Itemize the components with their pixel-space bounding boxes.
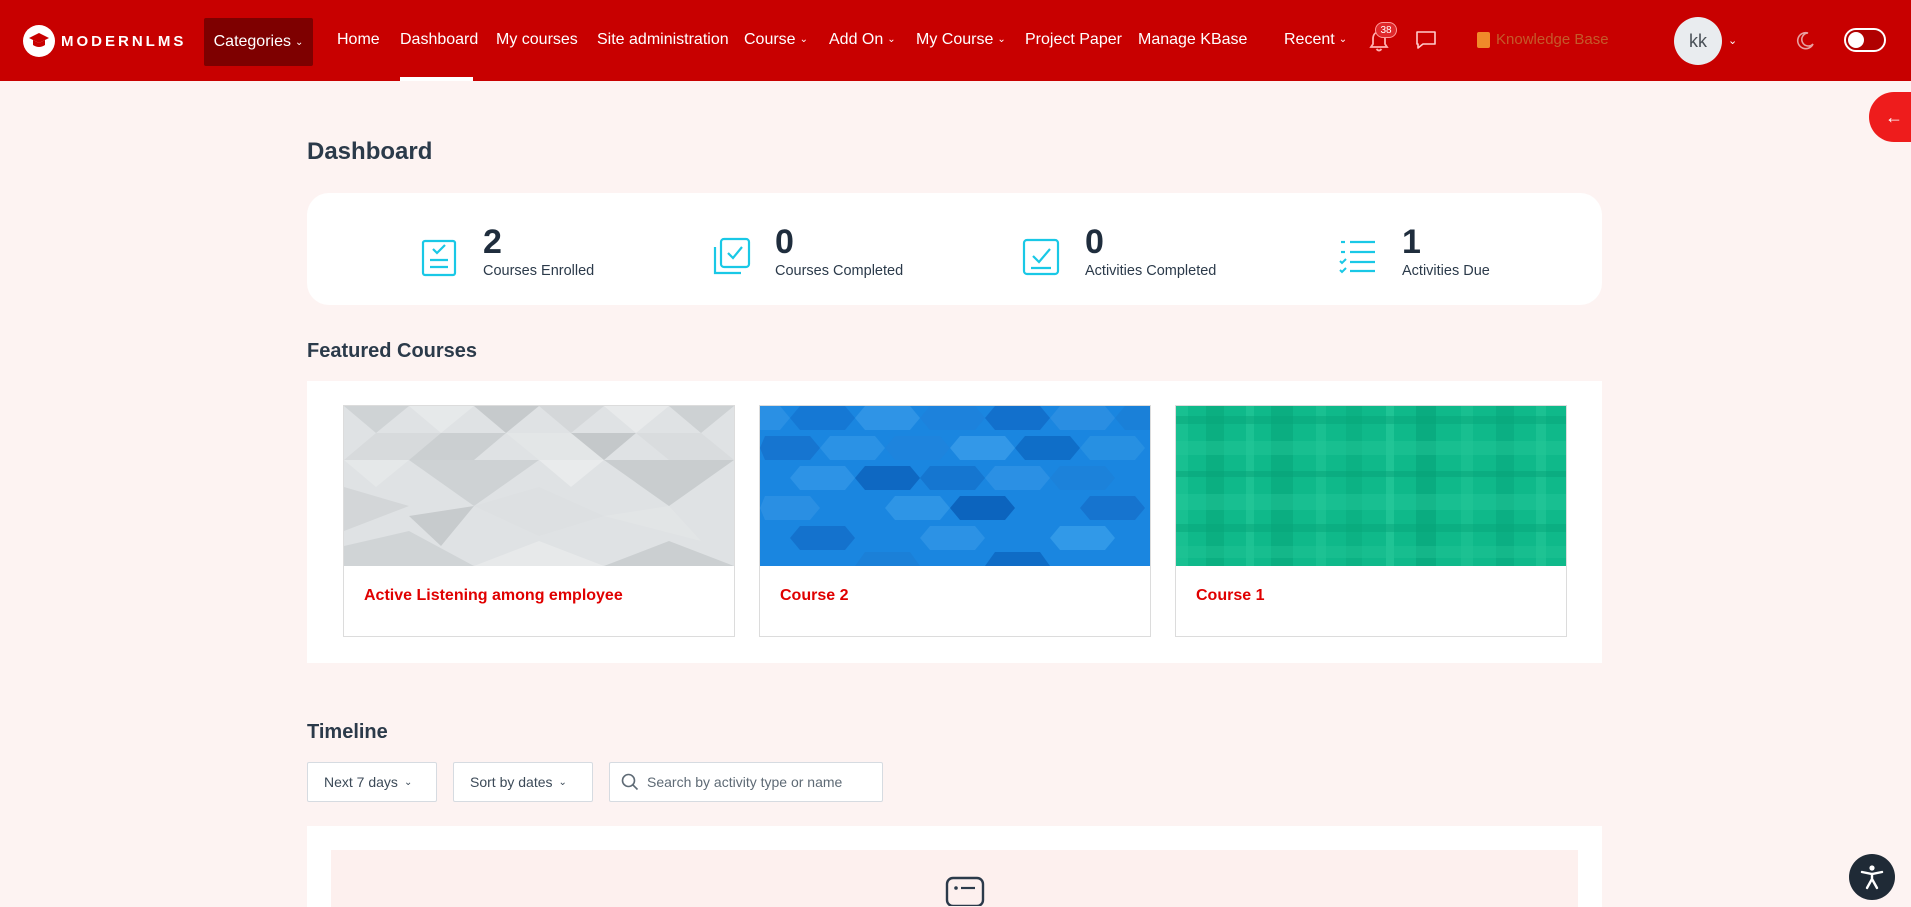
course-image-gray-pattern xyxy=(344,406,734,566)
book-icon xyxy=(1477,31,1490,48)
knowledge-base-link[interactable]: Knowledge Base xyxy=(1477,31,1609,48)
chevron-down-icon: ⌄ xyxy=(403,776,413,788)
chevron-down-icon: ⌄ xyxy=(294,36,304,48)
course-image-blue-hexagons xyxy=(760,406,1150,566)
nav-my-course-menu[interactable]: My Course ⌄ xyxy=(916,31,1006,49)
site-logo[interactable]: MODERNLMS xyxy=(23,25,186,57)
range-label: Next 7 days xyxy=(324,774,398,790)
sort-label: Sort by dates xyxy=(470,774,553,790)
top-navbar: MODERNLMS Categories ⌄ Home Dashboard My… xyxy=(0,0,1911,81)
timeline-panel xyxy=(307,826,1602,907)
arrow-left-icon: ← xyxy=(1885,106,1903,127)
nav-add-on-menu[interactable]: Add On ⌄ xyxy=(829,31,896,49)
stat-courses-completed: 0 Courses Completed xyxy=(711,223,903,279)
timeline-empty-state xyxy=(331,850,1578,907)
featured-courses-panel: Active Listening among employee Course 2… xyxy=(307,381,1602,663)
timeline-search-input[interactable] xyxy=(647,774,877,790)
course-card[interactable]: Active Listening among employee xyxy=(343,405,735,637)
stat-value: 1 xyxy=(1402,223,1421,261)
chevron-down-icon[interactable]: ⌄ xyxy=(1728,34,1737,47)
chevron-down-icon: ⌄ xyxy=(1338,33,1348,45)
stats-card: 2 Courses Enrolled 0 Courses Completed 0… xyxy=(307,193,1602,305)
task-list-icon xyxy=(1339,240,1375,274)
notification-count-badge: 38 xyxy=(1375,22,1397,38)
stat-activities-completed: 0 Activities Completed xyxy=(1021,223,1216,279)
logo-text: MODERNLMS xyxy=(61,32,187,50)
course-title-link[interactable]: Active Listening among employee xyxy=(364,587,623,605)
course-image-green-plaid xyxy=(1176,406,1566,566)
course-title-link[interactable]: Course 2 xyxy=(780,587,848,605)
stat-label: Courses Completed xyxy=(775,263,904,279)
accessibility-icon xyxy=(1860,865,1884,890)
toggle-knob xyxy=(1848,32,1864,48)
check-square-icon xyxy=(1022,238,1060,276)
chevron-down-icon: ⌄ xyxy=(799,33,808,45)
nav-my-courses[interactable]: My courses xyxy=(496,31,578,49)
graduation-cap-icon xyxy=(23,25,55,57)
chevron-down-icon: ⌄ xyxy=(997,33,1006,45)
search-icon xyxy=(621,773,639,791)
nav-dashboard[interactable]: Dashboard xyxy=(400,31,478,49)
timeline-heading: Timeline xyxy=(307,721,388,743)
course-card[interactable]: Course 2 xyxy=(759,405,1151,637)
stacked-check-icon xyxy=(713,237,751,275)
chevron-down-icon: ⌄ xyxy=(558,776,567,788)
timeline-sort-dropdown[interactable]: Sort by dates ⌄ xyxy=(453,762,593,802)
moon-icon[interactable] xyxy=(1794,30,1816,57)
stat-value: 2 xyxy=(483,223,502,261)
active-tab-indicator xyxy=(400,77,473,81)
stat-label: Courses Enrolled xyxy=(483,263,595,279)
stat-label: Activities Completed xyxy=(1085,263,1217,279)
user-avatar[interactable]: kk xyxy=(1674,17,1722,65)
nav-home[interactable]: Home xyxy=(337,31,380,49)
empty-list-icon xyxy=(945,876,985,906)
nav-recent-menu[interactable]: Recent ⌄ xyxy=(1284,31,1347,49)
categories-label: Categories xyxy=(213,33,291,50)
timeline-range-dropdown[interactable]: Next 7 days ⌄ xyxy=(307,762,437,802)
checklist-icon xyxy=(421,239,457,277)
stat-value: 0 xyxy=(775,223,794,261)
drawer-toggle-button[interactable]: ← xyxy=(1869,92,1911,142)
stat-activities-due: 1 Activities Due xyxy=(1338,223,1490,279)
course-title-link[interactable]: Course 1 xyxy=(1196,587,1264,605)
categories-menu-button[interactable]: Categories ⌄ xyxy=(204,18,313,66)
page-title: Dashboard xyxy=(307,138,433,165)
chat-icon[interactable] xyxy=(1415,30,1437,55)
nav-course-menu[interactable]: Course ⌄ xyxy=(744,31,808,49)
dark-mode-toggle[interactable] xyxy=(1844,28,1886,52)
nav-manage-kbase[interactable]: Manage KBase xyxy=(1138,31,1247,49)
featured-courses-heading: Featured Courses xyxy=(307,340,478,362)
stat-value: 0 xyxy=(1085,223,1104,261)
course-card[interactable]: Course 1 xyxy=(1175,405,1567,637)
stat-label: Activities Due xyxy=(1402,263,1490,279)
stat-courses-enrolled: 2 Courses Enrolled xyxy=(419,223,594,279)
accessibility-button[interactable] xyxy=(1849,854,1895,900)
nav-site-administration[interactable]: Site administration xyxy=(597,31,729,49)
nav-project-paper[interactable]: Project Paper xyxy=(1025,31,1122,49)
timeline-search-box[interactable] xyxy=(609,762,883,802)
chevron-down-icon: ⌄ xyxy=(887,33,896,45)
knowledge-base-label: Knowledge Base xyxy=(1496,31,1609,48)
